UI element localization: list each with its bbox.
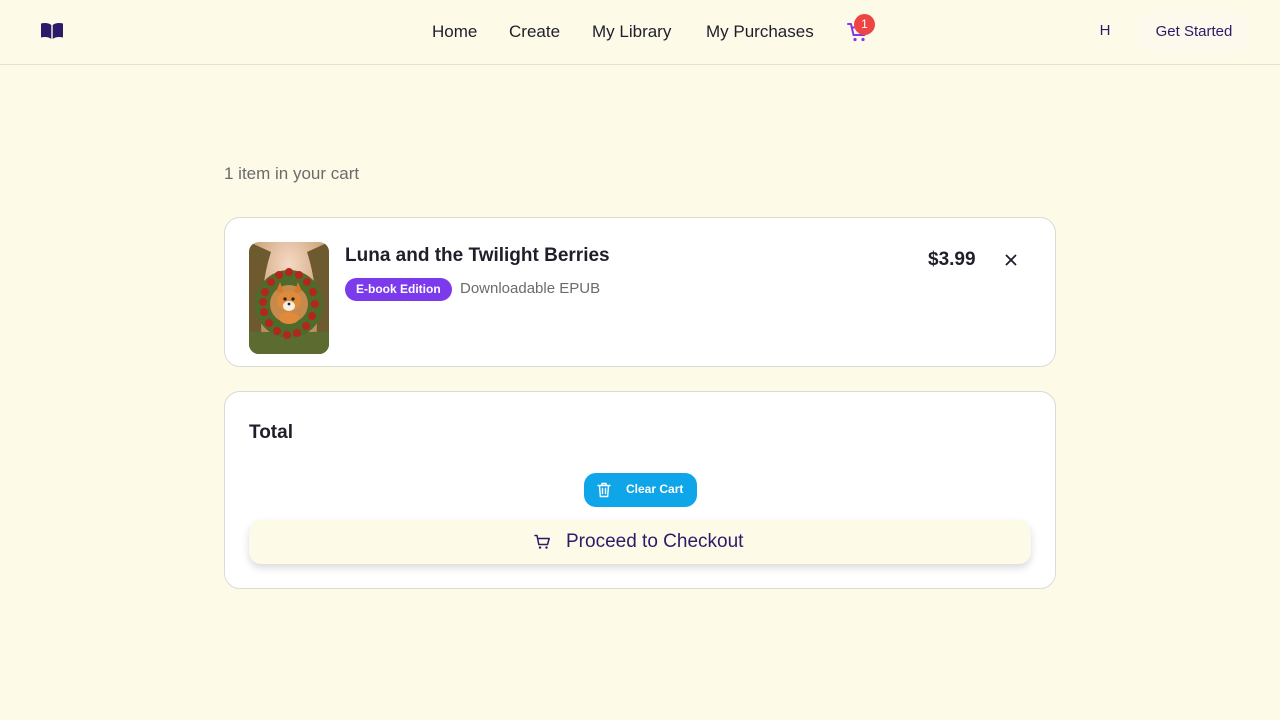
order-summary-card: Total Clear Cart Proceed to Checkout <box>224 391 1056 589</box>
nav-my-library[interactable]: My Library <box>592 22 671 42</box>
item-title[interactable]: Luna and the Twilight Berries <box>345 245 610 267</box>
item-format: Downloadable EPUB <box>460 280 601 297</box>
cart-item-count: 1 item in your cart <box>224 164 360 183</box>
book-cover-image <box>249 242 329 354</box>
edition-badge: E-book Edition <box>345 278 452 301</box>
user-avatar[interactable]: H <box>1094 22 1116 39</box>
cart-item-card: Luna and the Twilight Berries E-book Edi… <box>224 217 1056 367</box>
nav-create[interactable]: Create <box>509 22 560 42</box>
item-price: $3.99 <box>928 249 976 270</box>
trash-icon <box>597 482 611 498</box>
main-nav: Home Create My Library My Purchases <box>0 0 1280 64</box>
checkout-button[interactable]: Proceed to Checkout <box>249 520 1031 564</box>
nav-my-purchases[interactable]: My Purchases <box>706 22 814 42</box>
remove-item-icon[interactable] <box>1000 249 1022 271</box>
clear-cart-button[interactable]: Clear Cart <box>584 473 697 507</box>
cart-count-badge: 1 <box>854 14 875 35</box>
shopping-cart-icon <box>534 534 550 549</box>
nav-home[interactable]: Home <box>432 22 477 42</box>
total-heading: Total <box>249 422 293 443</box>
checkout-label: Proceed to Checkout <box>566 531 744 552</box>
clear-cart-label: Clear Cart <box>626 482 684 496</box>
site-header: Home Create My Library My Purchases 1 H … <box>0 0 1280 65</box>
get-started-button[interactable]: Get Started <box>1138 13 1250 51</box>
